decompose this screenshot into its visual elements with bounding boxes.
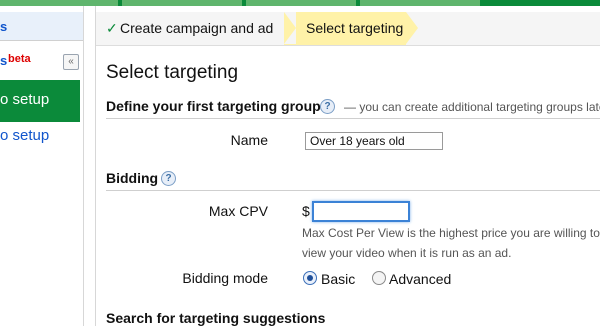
beta-badge: beta: [8, 53, 31, 65]
app-window: s s beta « o setup o setup ✓ Create camp…: [0, 0, 600, 326]
collapse-sidebar-icon[interactable]: «: [63, 54, 79, 70]
help-icon[interactable]: ?: [161, 171, 176, 186]
sidebar-item-active[interactable]: o setup: [0, 80, 80, 122]
suggestions-title: Search for targeting suggestions: [106, 310, 326, 326]
targeting-group-section-header: Define your first targeting group ? — yo…: [106, 96, 600, 119]
bidding-mode-advanced-label[interactable]: Advanced: [389, 271, 451, 287]
sidebar-header-label[interactable]: s: [0, 19, 7, 34]
bidding-mode-basic-label[interactable]: Basic: [321, 271, 355, 287]
bidding-title: Bidding: [106, 170, 159, 186]
max-cpv-hint-line1: Max Cost Per View is the highest price y…: [302, 226, 600, 240]
step-select-targeting-label: Select targeting: [306, 20, 404, 36]
sidebar-header: s: [0, 12, 83, 41]
main-content: ✓ Create campaign and ad Select targetin…: [95, 6, 600, 326]
step-arrow-out: [406, 12, 418, 44]
targeting-group-note: — you can create additional targeting gr…: [344, 100, 600, 114]
step-create-campaign[interactable]: ✓ Create campaign and ad: [96, 12, 286, 45]
max-cpv-label: Max CPV: [208, 203, 268, 219]
check-icon: ✓: [106, 20, 118, 36]
sidebar-item-active-label: o setup: [0, 91, 50, 108]
sidebar-item-link[interactable]: o setup: [0, 127, 49, 144]
step-select-targeting[interactable]: Select targeting: [284, 12, 418, 45]
page-title: Select targeting: [106, 62, 239, 83]
max-cpv-hint-line2: view your video when it is run as an ad.: [302, 246, 512, 260]
step-arrow-in: [284, 12, 296, 44]
sidebar-section-label[interactable]: s: [0, 53, 7, 68]
bidding-mode-label: Bidding mode: [182, 270, 268, 286]
step-create-campaign-label: Create campaign and ad: [120, 20, 274, 36]
bidding-mode-advanced-radio[interactable]: [372, 271, 386, 285]
sidebar: s s beta « o setup o setup: [0, 6, 84, 326]
currency-symbol: $: [302, 203, 310, 219]
help-icon[interactable]: ?: [320, 99, 335, 114]
targeting-group-title: Define your first targeting group: [106, 98, 321, 114]
max-cpv-input[interactable]: [312, 201, 410, 222]
wizard-steps: ✓ Create campaign and ad Select targetin…: [96, 12, 600, 46]
bidding-section-header: Bidding ?: [106, 168, 600, 191]
name-label: Name: [230, 132, 268, 148]
suggestions-section-header: Search for targeting suggestions: [106, 308, 600, 326]
targeting-group-name-input[interactable]: [305, 132, 443, 150]
bidding-mode-basic-radio[interactable]: [303, 271, 317, 285]
